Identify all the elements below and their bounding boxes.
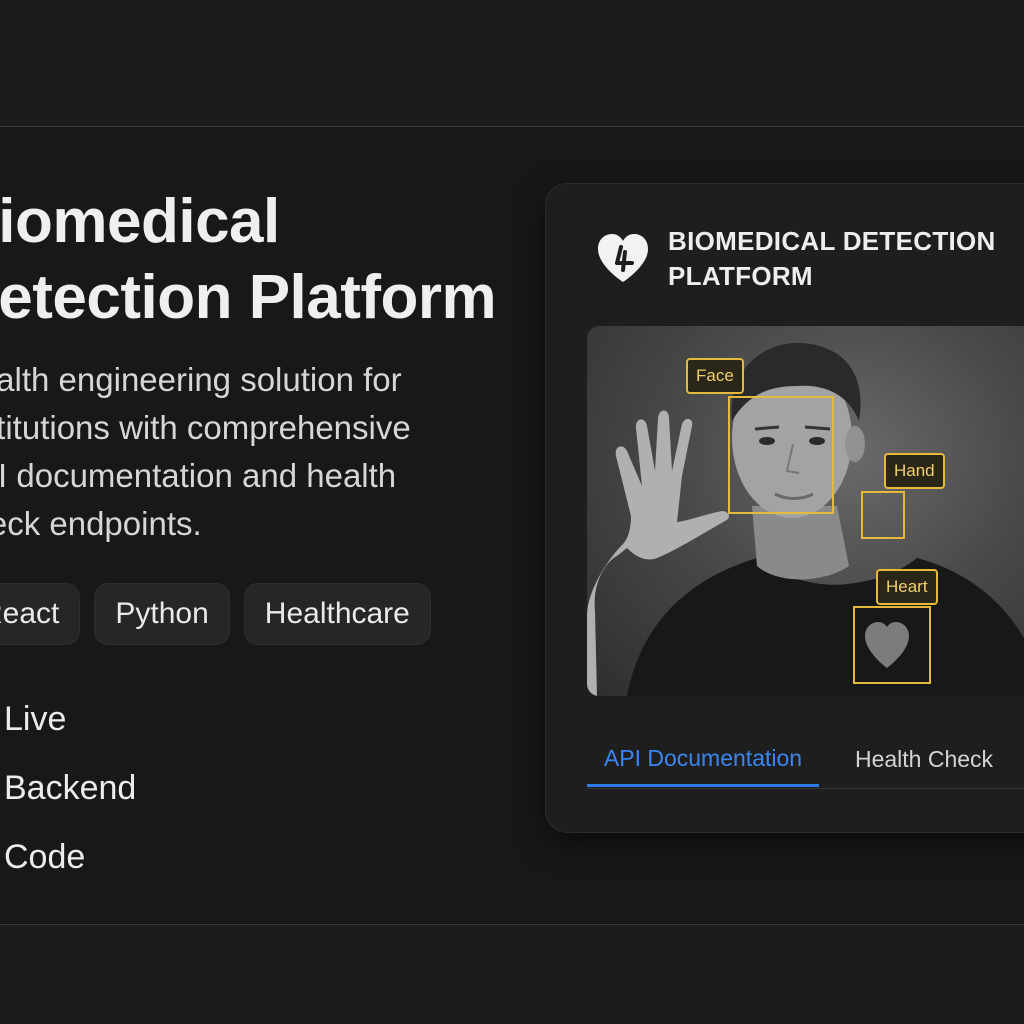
link-backend[interactable]: Backend — [0, 765, 136, 812]
link-label: Backend — [4, 769, 137, 807]
tag-react: React — [0, 583, 81, 645]
tab-api-documentation[interactable]: API Documentation — [587, 732, 819, 787]
page: Biomedical Detection Platform Health eng… — [0, 0, 1024, 1024]
link-label: Live — [4, 700, 67, 738]
tag-healthcare: Healthcare — [243, 583, 431, 645]
card-header: BIOMEDICAL DETECTION PLATFORM — [594, 224, 996, 294]
bottom-band — [0, 925, 1024, 1024]
tag-python: Python — [94, 583, 230, 645]
link-label: Code — [4, 838, 86, 876]
top-band — [0, 0, 1024, 126]
link-live[interactable]: Live — [0, 696, 136, 743]
page-description: Health engineering solution for institut… — [0, 361, 411, 542]
detection-preview-image: Face Hand Heart — [587, 326, 1024, 696]
project-links: Live Backend Code — [0, 696, 136, 881]
face-detection-label: Face — [686, 358, 744, 394]
page-title: Biomedical Detection Platform — [0, 187, 497, 332]
hand-detection-label: Hand — [884, 453, 945, 489]
heart-detection-box — [853, 606, 931, 684]
hand-detection-box — [861, 491, 905, 539]
tech-tags: React Python Healthcare — [0, 583, 431, 645]
card-title: BIOMEDICAL DETECTION PLATFORM — [668, 226, 996, 291]
tab-health-check[interactable]: Health Check — [819, 732, 1024, 787]
card-tabs: API Documentation Health Check — [587, 732, 1024, 789]
face-detection-box — [728, 396, 834, 514]
heart-detection-label: Heart — [876, 569, 938, 605]
heart-plus-icon — [598, 234, 648, 282]
project-card: BIOMEDICAL DETECTION PLATFORM Face Hand … — [545, 183, 1024, 833]
link-code[interactable]: Code — [0, 834, 136, 881]
